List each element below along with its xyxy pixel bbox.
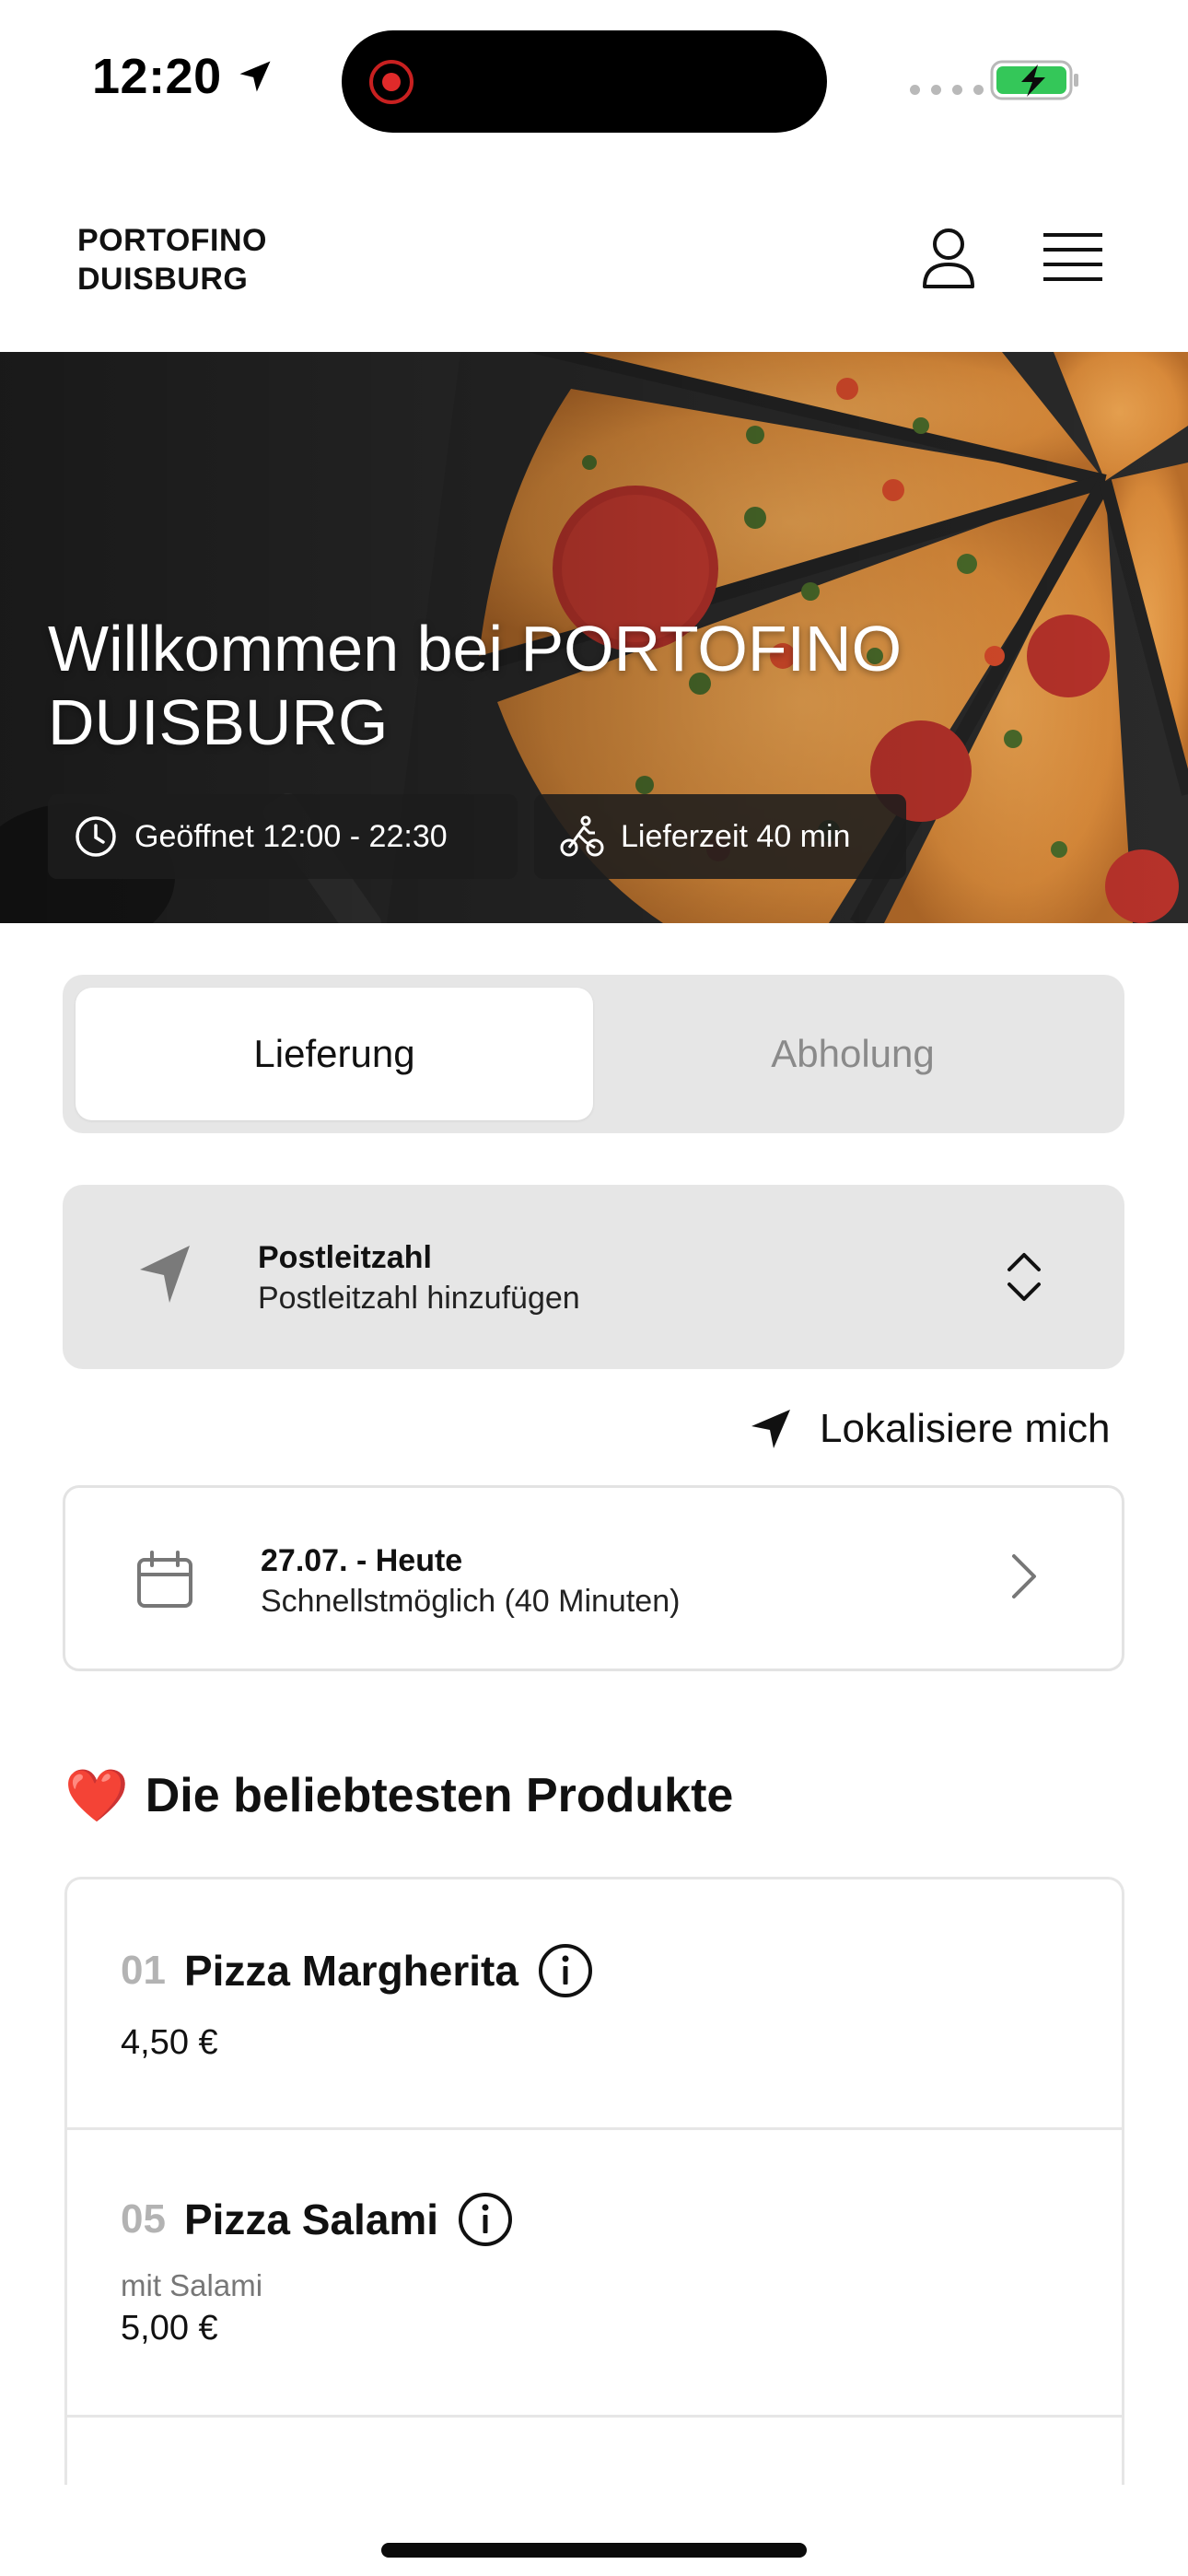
opening-hours-chip: Geöffnet 12:00 - 22:30 [48,794,518,879]
hero-title-line-1: Willkommen bei PORTOFINO [48,613,903,685]
heart-icon: ❤️ [64,1766,129,1824]
delivery-time-chip: Lieferzeit 40 min [534,794,906,879]
dynamic-island [342,30,827,133]
hamburger-menu-icon [1043,233,1102,281]
tab-delivery[interactable]: Lieferung [76,988,593,1120]
postal-code-selector[interactable]: Postleitzahl Postleitzahl hinzufügen [63,1185,1124,1369]
popular-products-heading: ❤️ Die beliebtesten Produkte [64,1765,733,1826]
info-icon[interactable] [537,1942,594,1999]
product-header: 01 Pizza Margherita [121,1942,594,1999]
clock-icon [76,816,116,857]
locate-me-label: Lokalisiere mich [820,1406,1111,1451]
product-price: 4,50 € [121,2023,218,2062]
product-number: 01 [121,1948,166,1993]
product-item[interactable]: 01 Pizza Margherita 4,50 € [67,1879,1122,2130]
popular-products-title: Die beliebtesten Produkte [145,1769,734,1822]
locate-me-button[interactable]: Lokalisiere mich [750,1397,1110,1461]
product-header: 05 Pizza Salami [121,2191,514,2248]
signal-icon [910,85,984,95]
recording-indicator-icon [369,60,413,104]
product-name: Pizza Salami [183,2195,439,2243]
battery-charging-icon [990,60,1078,100]
bicycle-courier-icon [560,815,604,857]
navigation-arrow-icon [140,1246,190,1303]
postal-code-label: Postleitzahl [258,1240,432,1275]
tab-pickup[interactable]: Abholung [594,988,1112,1120]
order-type-toggle: Lieferung Abholung [63,975,1124,1133]
status-time: 12:20 [92,48,275,105]
hero-title-line-2: DUISBURG [48,686,389,758]
app-screen: 12:20 PORTOFINO DUISBURG Willkommen bei … [0,0,1188,2576]
product-item[interactable]: 05 Pizza Salami mit Salami 5,00 € [67,2130,1122,2418]
product-price: 5,00 € [121,2309,218,2348]
hero-title: Willkommen bei PORTOFINO DUISBURG [48,612,969,759]
product-number: 05 [121,2196,166,2242]
postal-code-placeholder: Postleitzahl hinzufügen [258,1281,580,1316]
product-name: Pizza Margherita [183,1947,518,1995]
delivery-time-option: Schnellstmöglich (40 Minuten) [261,1584,681,1619]
product-description: mit Salami [121,2268,263,2302]
delivery-time-text: Lieferzeit 40 min [621,818,851,854]
location-arrow-icon [239,61,271,92]
chevron-up-down-icon [1007,1253,1041,1301]
hero-banner: Willkommen bei PORTOFINO DUISBURG Geöffn… [0,352,1188,923]
brand-line-2: DUISBURG [77,262,249,297]
chevron-right-icon [1012,1554,1036,1598]
brand-logo[interactable]: PORTOFINO DUISBURG [77,221,267,299]
delivery-date-text: 27.07. - Heute [261,1543,463,1578]
calendar-icon [137,1551,192,1608]
account-button[interactable] [916,221,981,295]
status-time-text: 12:20 [92,49,222,104]
status-bar: 12:20 [0,0,1188,157]
user-icon [923,228,974,288]
menu-button[interactable] [1041,221,1105,295]
product-item[interactable] [67,2418,1122,2485]
location-arrow-icon [751,1410,790,1448]
info-icon[interactable] [457,2191,514,2248]
popular-products-list: 01 Pizza Margherita 4,50 € 05 Pizza Sala… [64,1877,1124,2485]
delivery-date-selector[interactable]: 27.07. - Heute Schnellstmöglich (40 Minu… [63,1485,1124,1671]
opening-hours-text: Geöffnet 12:00 - 22:30 [134,818,448,854]
brand-line-1: PORTOFINO [77,223,267,258]
home-indicator[interactable] [381,2543,807,2558]
